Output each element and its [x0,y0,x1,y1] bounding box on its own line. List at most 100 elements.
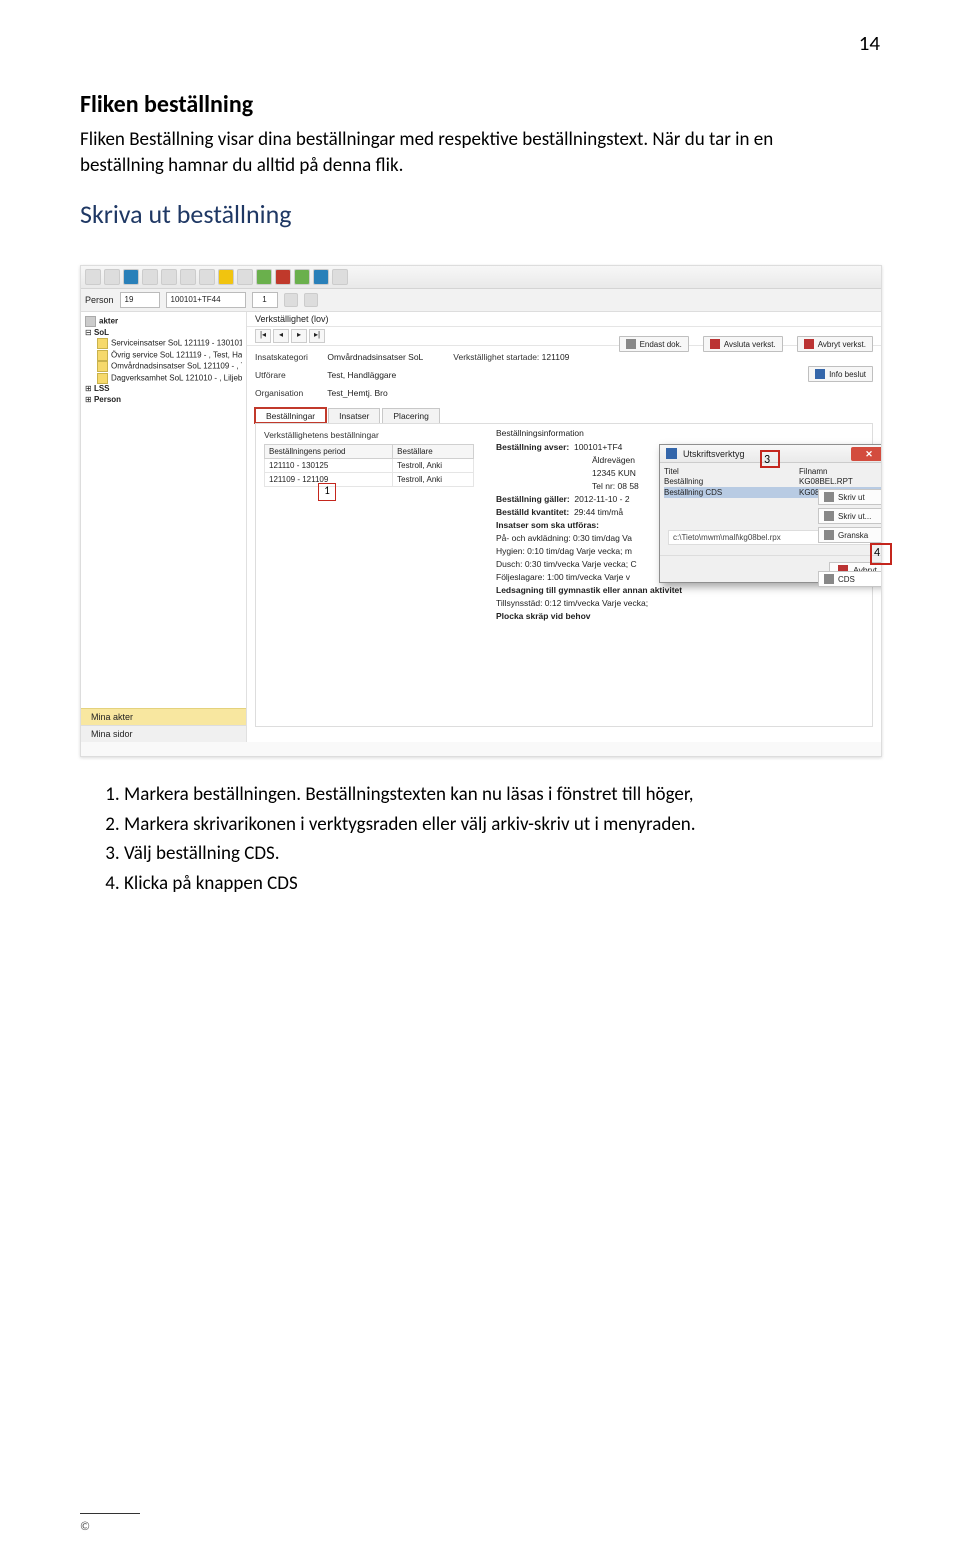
mina-akter-bar[interactable]: Mina akter [81,708,246,725]
endast-dok-button[interactable]: Endast dok. [619,336,689,352]
callout-1: 1 [318,483,336,501]
nav-last-icon[interactable]: ▸| [309,329,325,343]
person-index-field[interactable]: 1 [252,292,278,308]
screenshot-app-window: Person 19 100101+TF44 1 akter ⊟ SoL Serv… [80,265,882,757]
subbar-icon[interactable] [284,293,298,307]
tabs: Beställningar Insatser Placering [255,408,881,423]
record-nav: |◂ ◂ ▸ ▸| [255,329,325,343]
toolbar-icon[interactable] [180,269,196,285]
toolbar-icon[interactable] [199,269,215,285]
toolbar [81,266,881,289]
printer-icon [824,511,834,521]
cancel-icon [804,339,814,349]
nav-first-icon[interactable]: |◂ [255,329,271,343]
tree-item[interactable]: Omvårdnadsinsatser SoL 121109 - , Test, … [85,361,242,372]
right-detail-panel: Verkställighet (lov) |◂ ◂ ▸ ▸| Insatskat… [247,312,881,742]
person-label: Person [85,295,114,305]
skriv-ut-button[interactable]: Skriv ut [818,489,882,505]
toolbar-icon[interactable] [294,269,310,285]
copyright-symbol: © [80,1520,90,1534]
mina-sidor-bar[interactable]: Mina sidor [81,725,246,742]
cds-button[interactable]: CDS [818,571,882,587]
tillsyn-row: Tillsynsstäd: 0:12 tim/vecka Varje vecka… [496,598,756,608]
stop-icon [710,339,720,349]
toolbar-icon[interactable] [332,269,348,285]
table-row[interactable]: 121109 - 121109Testroll, Anki [265,473,474,487]
plocka-row: Plocka skräp vid behov [496,611,756,621]
insatskategori-label: Insatskategori [255,352,325,362]
verkstart-label: Verkställighet startade: [453,352,539,362]
org-label: Organisation [255,388,325,398]
help-icon[interactable] [313,269,329,285]
org-value: Test_Hemtj. Bro [327,388,387,398]
close-icon[interactable]: ✕ [851,447,882,461]
tab-bestallningar[interactable]: Beställningar [255,408,326,423]
nav-next-icon[interactable]: ▸ [291,329,307,343]
skriv-ut-options-button[interactable]: Skriv ut... [818,508,882,524]
toolbar-icon[interactable] [275,269,291,285]
person-id-field[interactable]: 19 [120,292,160,308]
toolbar-icon[interactable] [85,269,101,285]
avbryt-verkst-button[interactable]: Avbryt verkst. [797,336,873,352]
toolbar-icon[interactable] [161,269,177,285]
person-bar: Person 19 100101+TF44 1 [81,289,881,312]
avser-value: 100101+TF4 [574,442,622,452]
toolbar-icon[interactable] [256,269,272,285]
printer-icon [824,492,834,502]
left-tree-panel: akter ⊟ SoL Serviceinsatser SoL 121119 -… [81,312,247,742]
dialog-title: Utskriftsverktyg [683,449,745,459]
list-item: Klicka på knappen CDS [124,870,890,898]
toolbar-icon[interactable] [237,269,253,285]
print-icon[interactable] [123,269,139,285]
tree-sol[interactable]: SoL [94,328,109,337]
table-row[interactable]: 121110 - 130125Testroll, Anki [265,459,474,473]
utforare-value: Test, Handläggare [327,370,396,380]
galler-label: Beställning gäller: [496,494,570,504]
tree-item[interactable]: Övrig service SoL 121119 - , Test, Handl… [85,350,242,361]
person-code-field[interactable]: 100101+TF44 [166,292,246,308]
tree-item-icon [97,338,108,349]
intro-paragraph: Fliken Beställning visar dina beställnin… [80,127,860,178]
tree-item[interactable]: Serviceinsatser SoL 121119 - 130101, Tes… [85,338,242,349]
page-number: 14 [859,30,880,56]
tree-item-icon [97,373,108,384]
tree[interactable]: akter ⊟ SoL Serviceinsatser SoL 121119 -… [81,312,246,708]
info-caption: Beställningsinformation [496,428,756,438]
insatskategori-value: Omvårdnadsinsatser SoL [327,352,423,362]
page-footer: © [80,1513,140,1534]
insatser-hdr: Insatser som ska utföras: [496,520,599,530]
tree-item-icon [97,350,108,361]
subbar-icon[interactable] [304,293,318,307]
col-titel: Titel [664,467,799,476]
dialog-row[interactable]: BeställningKG08BEL.RPT [664,476,882,487]
callout-3: 3 [760,450,780,468]
nav-prev-icon[interactable]: ◂ [273,329,289,343]
tab-placering[interactable]: Placering [382,408,439,423]
kvant-value: 29:44 tim/må [574,507,623,517]
tab-insatser[interactable]: Insatser [328,408,380,423]
toolbar-icon[interactable] [218,269,234,285]
folder-icon [85,316,96,327]
toolbar-icon[interactable] [104,269,120,285]
dialog-icon [666,448,677,459]
doc-icon [626,339,636,349]
info-icon [815,369,825,379]
tree-item[interactable]: Dagverksamhet SoL 121010 - , Liljebrand,… [85,373,242,384]
toolbar-icon[interactable] [142,269,158,285]
avsluta-verkst-button[interactable]: Avsluta verkst. [703,336,783,352]
avser-label: Beställning avser: [496,442,569,452]
tree-lss[interactable]: LSS [94,384,110,393]
list-item: Markera beställningen. Beställningstexte… [124,781,890,809]
kvant-label: Beställd kvantitet: [496,507,569,517]
callout-4: 4 [870,543,892,565]
granska-button[interactable]: Granska [818,527,882,543]
preview-icon [824,530,834,540]
list-item: Markera skrivarikonen i verktygsraden el… [124,811,890,839]
tree-item-icon [97,361,108,372]
info-beslut-button[interactable]: Info beslut [808,366,873,382]
heading-fliken-bestallning: Fliken beställning [80,90,890,119]
tree-person[interactable]: Person [94,395,121,404]
instruction-list: Markera beställningen. Beställningstexte… [102,781,890,897]
bestallningar-table[interactable]: Beställningens period Beställare 121110 … [264,444,474,487]
cds-icon [824,574,834,584]
